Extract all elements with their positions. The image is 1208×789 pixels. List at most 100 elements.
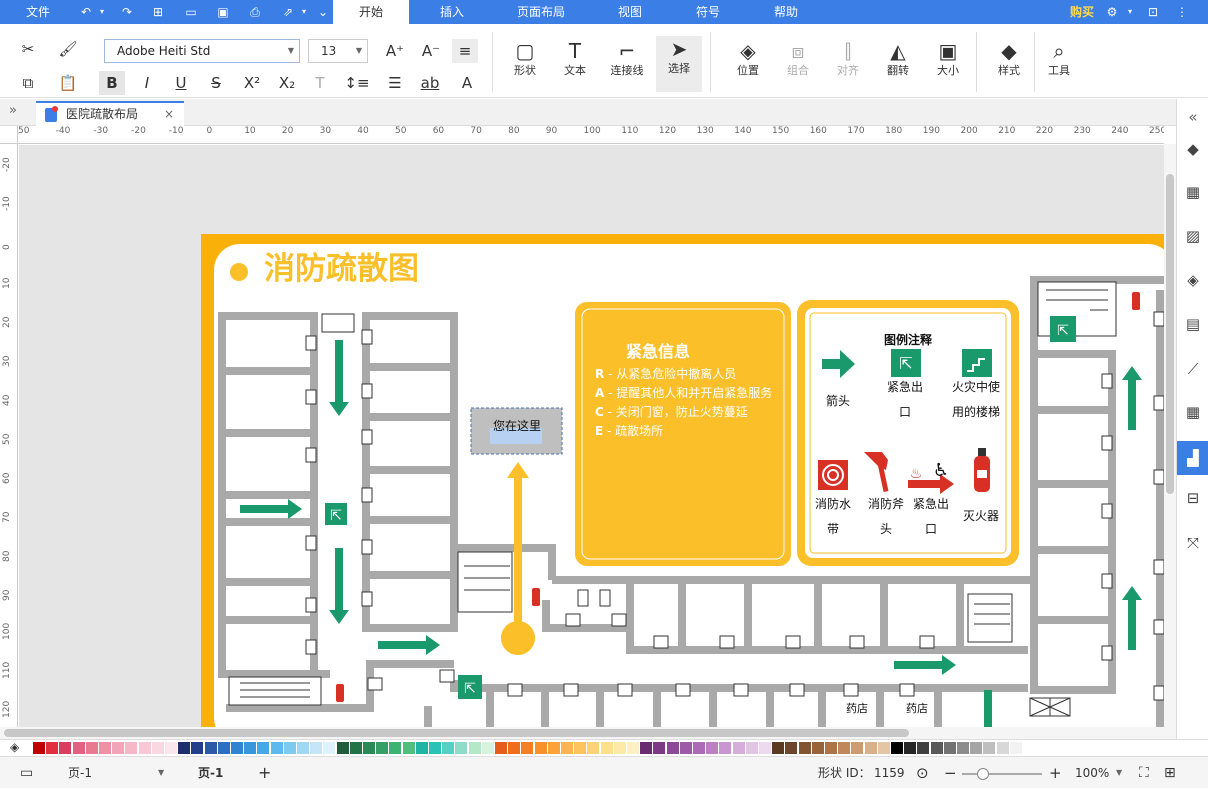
- undo-icon[interactable]: ↶: [78, 4, 94, 20]
- color-swatch[interactable]: [112, 742, 125, 754]
- share-icon[interactable]: ⋮: [1174, 4, 1190, 20]
- color-swatch[interactable]: [310, 742, 323, 754]
- color-swatch[interactable]: [891, 742, 903, 754]
- tab-page-layout[interactable]: 页面布局: [517, 0, 565, 24]
- color-swatch[interactable]: [363, 742, 375, 754]
- color-swatch[interactable]: [125, 742, 138, 754]
- line-spacing-icon[interactable]: ↕≡: [344, 71, 370, 95]
- settings-icon[interactable]: ⚙: [1104, 4, 1120, 20]
- color-swatch[interactable]: [759, 742, 771, 754]
- table-icon[interactable]: ▦: [1181, 400, 1205, 424]
- drawing-canvas[interactable]: 消防疏散图 ⇱ ⇱ ⇱ 您在这里 紧急信息 R - 从紧急危险中撤离人员 A -…: [19, 145, 1164, 727]
- color-swatch[interactable]: [785, 742, 798, 754]
- color-swatch[interactable]: [178, 742, 191, 754]
- list-icon[interactable]: ☰: [382, 71, 408, 95]
- menu-file[interactable]: 文件: [26, 0, 50, 24]
- flip-button[interactable]: ◭ 翻转: [880, 38, 916, 78]
- mindmap-icon[interactable]: ⤧: [1181, 531, 1205, 555]
- color-swatch[interactable]: [481, 742, 494, 754]
- open-icon[interactable]: ▭: [183, 4, 199, 20]
- horizontal-scrollbar[interactable]: [0, 727, 1176, 739]
- text-style-icon[interactable]: T: [307, 71, 333, 95]
- text-effect-icon[interactable]: A: [454, 71, 480, 95]
- color-swatch[interactable]: [468, 742, 481, 754]
- color-swatch[interactable]: [389, 742, 402, 754]
- color-swatch[interactable]: [811, 742, 824, 754]
- italic-icon[interactable]: I: [134, 71, 160, 95]
- zoom-slider-handle[interactable]: [977, 768, 989, 780]
- color-swatch[interactable]: [983, 742, 996, 754]
- minimize-icon[interactable]: ⊡: [1145, 4, 1161, 20]
- resize-button[interactable]: ▣ 大小: [930, 38, 966, 78]
- color-swatch[interactable]: [930, 742, 943, 754]
- connector-button[interactable]: ⌐ 连接线: [605, 38, 649, 78]
- tab-start[interactable]: 开始: [333, 0, 409, 24]
- save-icon[interactable]: ▣: [215, 4, 231, 20]
- image-icon[interactable]: ▨: [1181, 224, 1205, 248]
- font-family-select[interactable]: Adobe Heiti Std ▼: [104, 39, 300, 63]
- layers-icon[interactable]: ◈: [1181, 268, 1205, 292]
- color-swatch[interactable]: [455, 742, 468, 754]
- font-color-icon[interactable]: ab: [417, 71, 443, 95]
- style-button[interactable]: ◆ 样式: [991, 38, 1027, 78]
- color-swatch[interactable]: [798, 742, 811, 754]
- fill-icon[interactable]: ◆: [1181, 137, 1205, 161]
- color-swatch[interactable]: [59, 742, 72, 754]
- copy-icon[interactable]: ⧉: [15, 71, 41, 95]
- color-swatch[interactable]: [257, 742, 270, 754]
- color-swatch[interactable]: [297, 742, 309, 754]
- tools-button[interactable]: ⌕ 工具: [1041, 38, 1077, 78]
- color-swatch[interactable]: [666, 742, 679, 754]
- chevron-down-icon[interactable]: ▼: [158, 757, 164, 789]
- more-icon[interactable]: ⌄: [315, 4, 331, 20]
- color-swatch[interactable]: [877, 742, 890, 754]
- color-swatch[interactable]: [917, 742, 930, 754]
- color-swatch[interactable]: [508, 742, 521, 754]
- add-page-icon[interactable]: +: [258, 757, 271, 789]
- color-swatch[interactable]: [904, 742, 917, 754]
- format-painter-icon[interactable]: 🖌: [55, 37, 81, 61]
- align-button[interactable]: ⫿ 对齐: [830, 38, 866, 78]
- zoom-out-icon[interactable]: −: [944, 757, 957, 789]
- color-swatch[interactable]: [442, 742, 455, 754]
- color-swatch[interactable]: [640, 742, 653, 754]
- export-dropdown-icon[interactable]: ▾: [296, 4, 312, 20]
- color-swatch[interactable]: [574, 742, 587, 754]
- buy-link[interactable]: 购买: [1070, 0, 1094, 24]
- color-swatch[interactable]: [151, 742, 164, 754]
- format-icon[interactable]: ⊟: [1181, 486, 1205, 510]
- expand-panel-icon[interactable]: »: [9, 103, 17, 118]
- settings-dropdown-icon[interactable]: ▾: [1122, 4, 1138, 20]
- color-swatch[interactable]: [429, 742, 441, 754]
- color-swatch[interactable]: [204, 742, 217, 754]
- color-swatch[interactable]: [851, 742, 864, 754]
- color-swatch[interactable]: [85, 742, 98, 754]
- font-size-select[interactable]: 13 ▼: [308, 39, 368, 63]
- color-swatch[interactable]: [217, 742, 230, 754]
- superscript-icon[interactable]: X²: [239, 71, 265, 95]
- color-swatch[interactable]: [495, 742, 507, 754]
- redo-icon[interactable]: ↷: [119, 4, 135, 20]
- color-swatch[interactable]: [415, 742, 428, 754]
- color-swatch[interactable]: [732, 742, 745, 754]
- color-swatch[interactable]: [138, 742, 151, 754]
- color-swatch[interactable]: [72, 742, 85, 754]
- color-swatch[interactable]: [943, 742, 956, 754]
- position-button[interactable]: ◈ 位置: [730, 38, 766, 78]
- grid-icon[interactable]: ▦: [1181, 180, 1205, 204]
- subscript-icon[interactable]: X₂: [274, 71, 300, 95]
- fit-page-icon[interactable]: ⛶: [1139, 757, 1149, 789]
- color-swatch[interactable]: [336, 742, 349, 754]
- vertical-scrollbar-thumb[interactable]: [1166, 174, 1174, 494]
- color-swatch[interactable]: [996, 742, 1009, 754]
- document-tab[interactable]: 医院疏散布局 ×: [36, 101, 184, 126]
- color-swatch[interactable]: [521, 742, 534, 754]
- tab-help[interactable]: 帮助: [774, 0, 798, 24]
- page-tab[interactable]: 页-1: [198, 757, 223, 789]
- color-swatch[interactable]: [719, 742, 732, 754]
- horizontal-scrollbar-thumb[interactable]: [4, 729, 909, 737]
- you-are-here-label[interactable]: 您在这里: [493, 418, 541, 433]
- page-view-icon[interactable]: ▭: [20, 757, 33, 789]
- color-swatch[interactable]: [244, 742, 257, 754]
- color-swatch[interactable]: [283, 742, 296, 754]
